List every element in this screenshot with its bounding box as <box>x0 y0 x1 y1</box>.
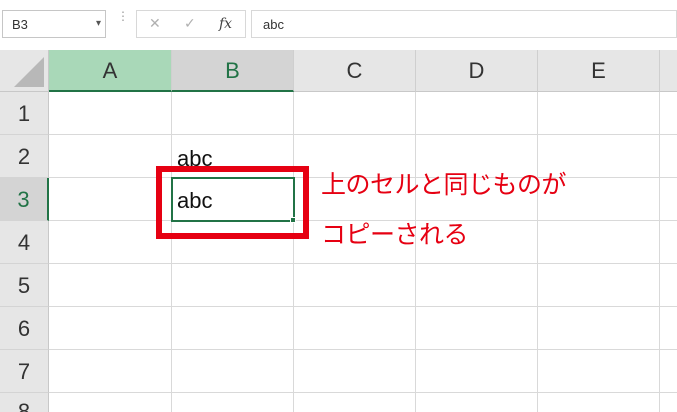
gridline <box>49 134 677 135</box>
column-header-f-partial[interactable] <box>660 50 677 92</box>
insert-function-icon[interactable]: fx <box>219 16 232 32</box>
spreadsheet-grid: A B C D E 1 2 3 4 5 6 7 8 abc abc 上のセルと同… <box>0 50 677 412</box>
select-all-button[interactable] <box>0 50 49 92</box>
name-box[interactable]: B3 ▾ <box>2 10 106 38</box>
gridline <box>49 392 677 393</box>
row-header-2[interactable]: 2 <box>0 135 49 178</box>
row-header-3[interactable]: 3 <box>0 178 49 221</box>
gridline <box>659 92 660 412</box>
row-header-7[interactable]: 7 <box>0 350 49 393</box>
annotation-line-1: 上のセルと同じものが <box>321 170 567 199</box>
column-header-b[interactable]: B <box>172 50 294 92</box>
gridline <box>49 349 677 350</box>
gridline <box>293 92 294 412</box>
column-header-d[interactable]: D <box>416 50 538 92</box>
column-header-e[interactable]: E <box>538 50 660 92</box>
cancel-icon[interactable]: ✕ <box>149 16 161 32</box>
row-header-6[interactable]: 6 <box>0 307 49 350</box>
gridline <box>49 263 677 264</box>
annotation-line-2: コピーされる <box>321 220 469 249</box>
highlight-box <box>156 166 309 239</box>
formula-input[interactable]: abc <box>251 10 677 38</box>
formula-value: abc <box>263 17 284 32</box>
column-header-a[interactable]: A <box>49 50 172 92</box>
gridline <box>537 92 538 412</box>
column-header-c[interactable]: C <box>294 50 416 92</box>
gridline <box>415 92 416 412</box>
name-box-dropdown-icon[interactable]: ▾ <box>96 18 101 29</box>
row-header-8[interactable]: 8 <box>0 393 49 412</box>
gridline <box>171 92 172 412</box>
formula-buttons: ✕ ✓ fx <box>136 10 246 38</box>
options-dots-icon[interactable]: ⋮ <box>117 10 129 22</box>
row-header-1[interactable]: 1 <box>0 92 49 135</box>
row-header-4[interactable]: 4 <box>0 221 49 264</box>
row-header-5[interactable]: 5 <box>0 264 49 307</box>
name-box-value: B3 <box>12 17 28 32</box>
gridline <box>49 306 677 307</box>
formula-bar: B3 ▾ ⋮ ✕ ✓ fx abc <box>0 0 677 50</box>
enter-icon[interactable]: ✓ <box>184 16 196 32</box>
select-all-triangle-icon <box>14 57 44 87</box>
